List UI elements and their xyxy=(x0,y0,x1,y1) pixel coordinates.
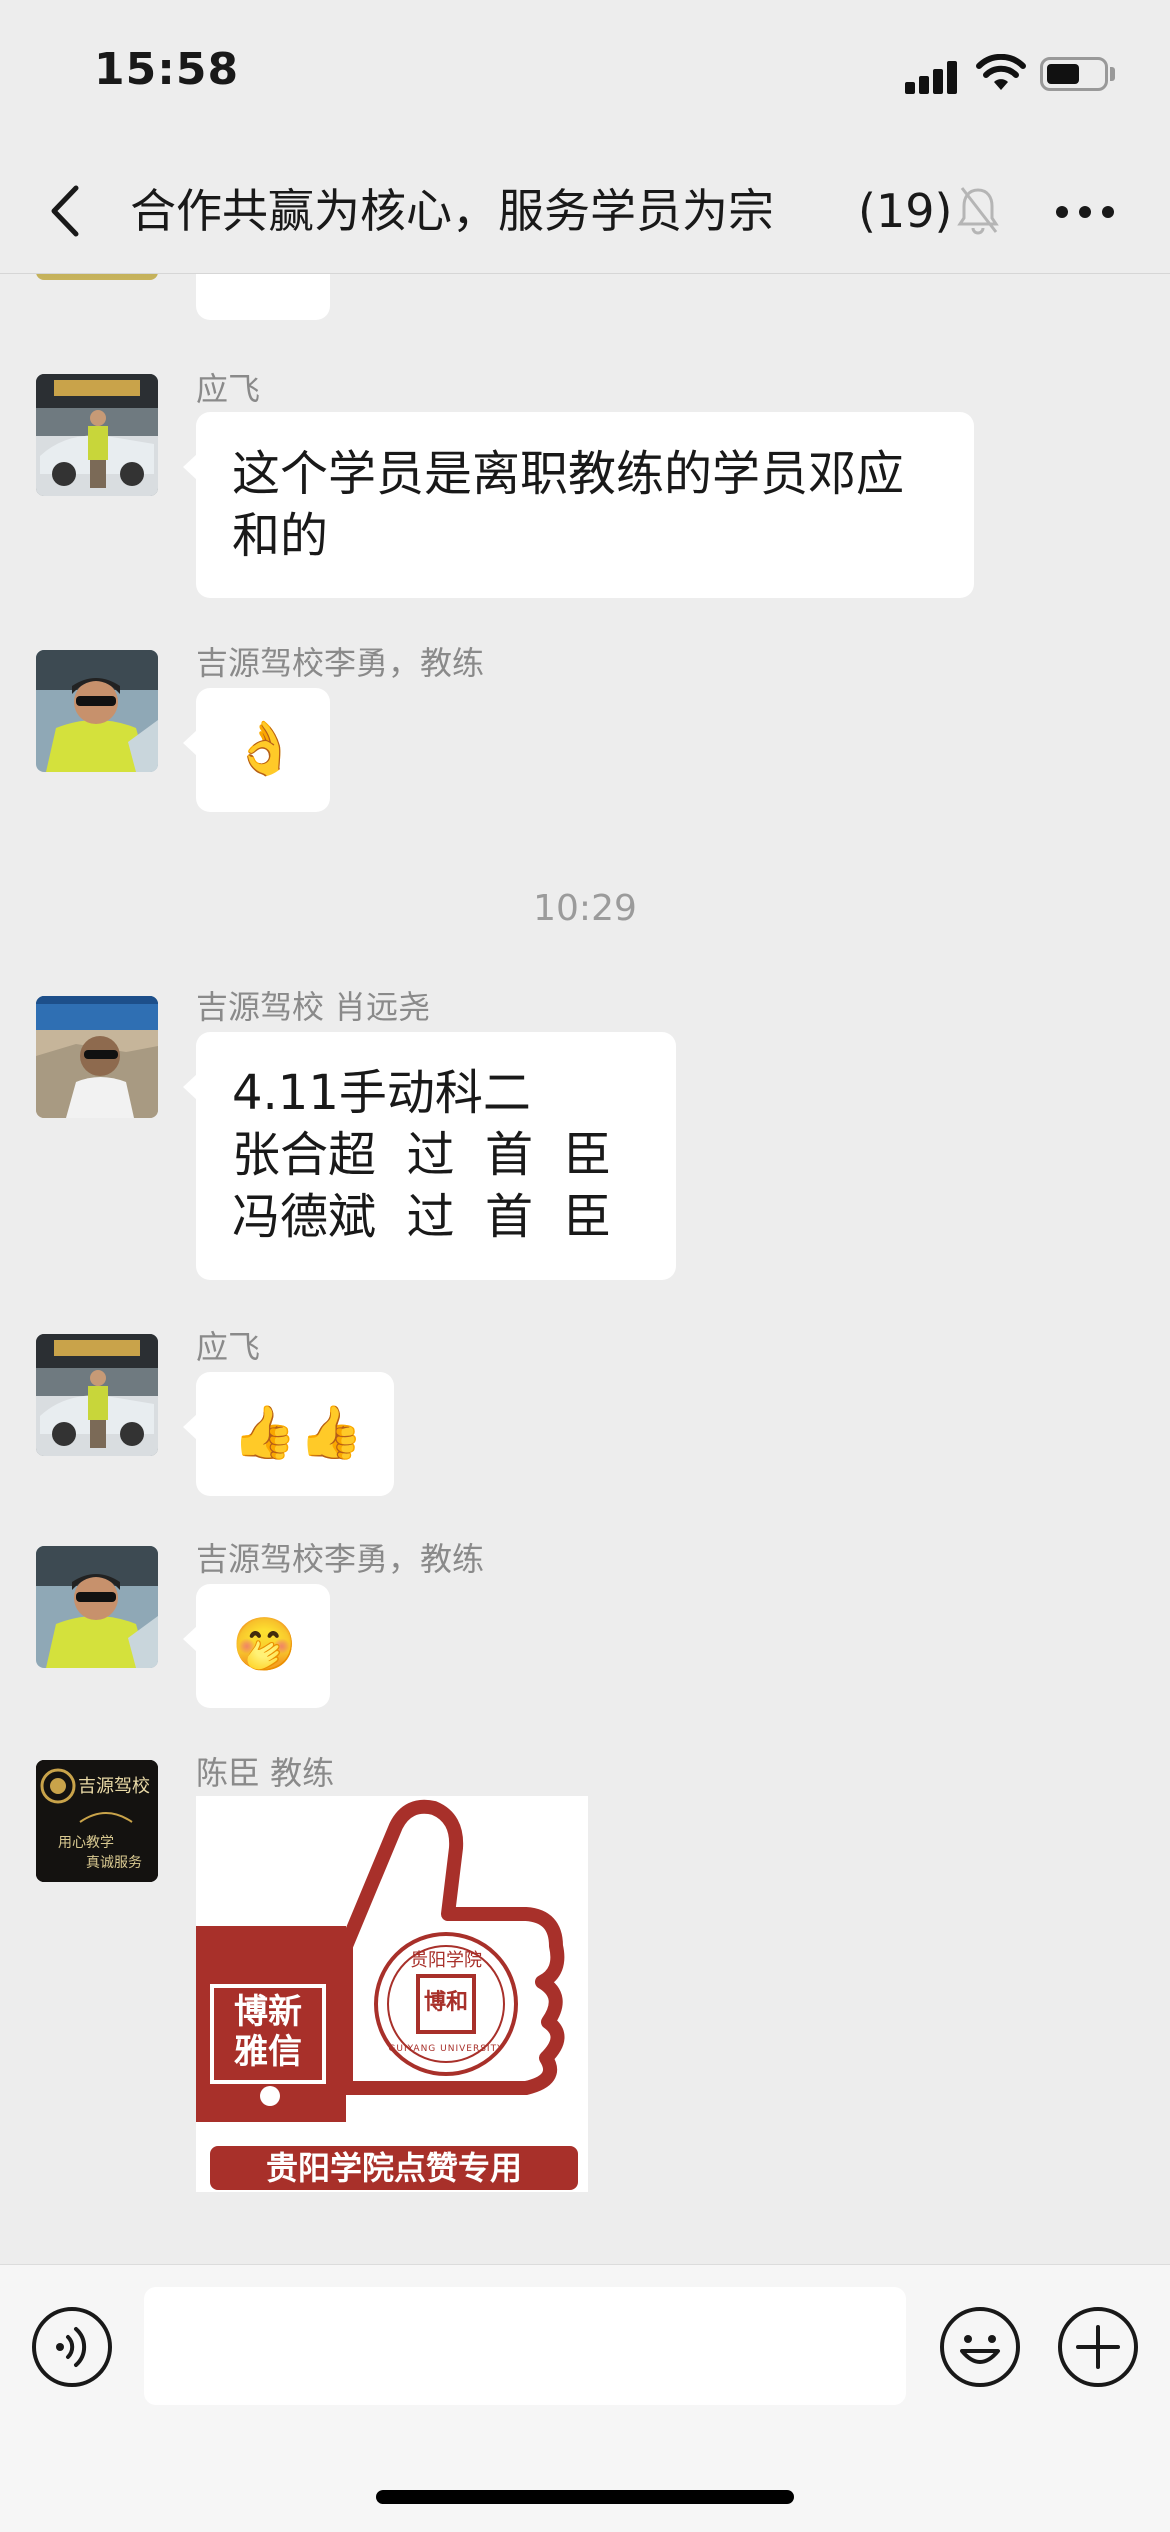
cellular-signal-icon xyxy=(905,60,959,94)
emoji-icon[interactable] xyxy=(938,2305,1022,2389)
avatar-xiaoyuanyao[interactable] xyxy=(36,996,158,1118)
battery-icon xyxy=(1040,57,1108,91)
voice-icon[interactable] xyxy=(30,2305,114,2389)
hand-over-mouth-emoji: 🤭 xyxy=(232,1615,297,1675)
ok-hand-emoji: 👌 xyxy=(232,719,297,779)
timestamp: 10:29 xyxy=(533,888,637,929)
message-text-line: 4.11手动科二 xyxy=(232,1065,531,1121)
emoji-message-bubble[interactable]: 👌 xyxy=(183,688,330,812)
avatar-logo-line: 用心教学 xyxy=(58,1835,114,1851)
avatar-liyong[interactable] xyxy=(36,1546,158,1668)
seal-ring-text: GUIYANG UNIVERSITY xyxy=(388,2044,504,2054)
home-indicator xyxy=(376,2490,794,2504)
status-time: 15:58 xyxy=(94,44,240,95)
thumbs-up-emoji: 👍👍 xyxy=(232,1403,366,1463)
sticker-panel-text: 博新 xyxy=(234,1992,302,2032)
battery-level xyxy=(1047,64,1079,84)
message-text-line: 这个学员是离职教练的学员邓应 xyxy=(232,446,905,502)
partial-message-bubble xyxy=(196,274,330,320)
emoji-message-bubble[interactable]: 👍👍 xyxy=(183,1372,394,1496)
status-bar: 15:58 xyxy=(0,0,1170,150)
message-bubble[interactable]: 4.11手动科二 张合超 过 首 臣 冯德斌 过 首 臣 xyxy=(183,1032,676,1280)
sender-name: 应飞 xyxy=(196,1328,261,1366)
seal-top-text: 贵阳学院 xyxy=(410,1950,482,1971)
avatar-logo-name: 吉源驾校 xyxy=(78,1776,150,1797)
sticker-image[interactable]: 博新 雅信 贵阳学院 GUIYANG UNIVERSITY 博和 贵阳学院点赞专… xyxy=(196,1796,588,2192)
avatar-yingfei[interactable] xyxy=(36,1334,158,1456)
plus-icon[interactable] xyxy=(1056,2305,1140,2389)
battery-tip xyxy=(1110,67,1115,81)
avatar-logo-line: 真诚服务 xyxy=(86,1855,142,1871)
sender-name: 陈臣 教练 xyxy=(196,1754,335,1792)
avatar-chenchen[interactable]: 吉源驾校 用心教学 真诚服务 xyxy=(36,1760,158,1882)
member-count: (19) xyxy=(858,184,953,238)
seal-center-text: 博和 xyxy=(423,1990,468,2015)
emoji-message-bubble[interactable]: 🤭 xyxy=(183,1584,330,1708)
more-dots-icon[interactable] xyxy=(1052,190,1118,230)
message-text-line: 和的 xyxy=(232,508,329,564)
message-list[interactable]: 应飞 这个学员是离职教练的学员邓应 和的 吉源驾校李勇，教练 👌 10:29 吉… xyxy=(0,274,1170,2264)
avatar-liyong[interactable] xyxy=(36,650,158,772)
sticker-banner-text: 贵阳学院点赞专用 xyxy=(265,2149,522,2187)
sticker-panel-text: 雅信 xyxy=(234,2032,302,2072)
partial-avatar xyxy=(36,274,158,280)
message-input[interactable] xyxy=(144,2287,906,2405)
chevron-left-icon[interactable] xyxy=(40,178,90,244)
sender-name: 吉源驾校李勇，教练 xyxy=(196,1540,485,1578)
sender-name: 吉源驾校李勇，教练 xyxy=(196,644,485,682)
message-text-line: 张合超 过 首 臣 xyxy=(232,1127,612,1183)
sender-name: 应飞 xyxy=(196,370,261,408)
chat-header: 合作共赢为核心，服务学员为宗 (19) xyxy=(0,150,1170,274)
group-title[interactable]: 合作共赢为核心，服务学员为宗 xyxy=(130,180,836,242)
sender-name: 吉源驾校 肖远尧 xyxy=(196,988,431,1026)
bell-muted-icon xyxy=(957,187,999,235)
avatar-yingfei[interactable] xyxy=(36,374,158,496)
message-bubble[interactable]: 这个学员是离职教练的学员邓应 和的 xyxy=(183,412,974,598)
wifi-icon xyxy=(976,54,1026,90)
message-text-line: 冯德斌 过 首 臣 xyxy=(232,1189,612,1245)
